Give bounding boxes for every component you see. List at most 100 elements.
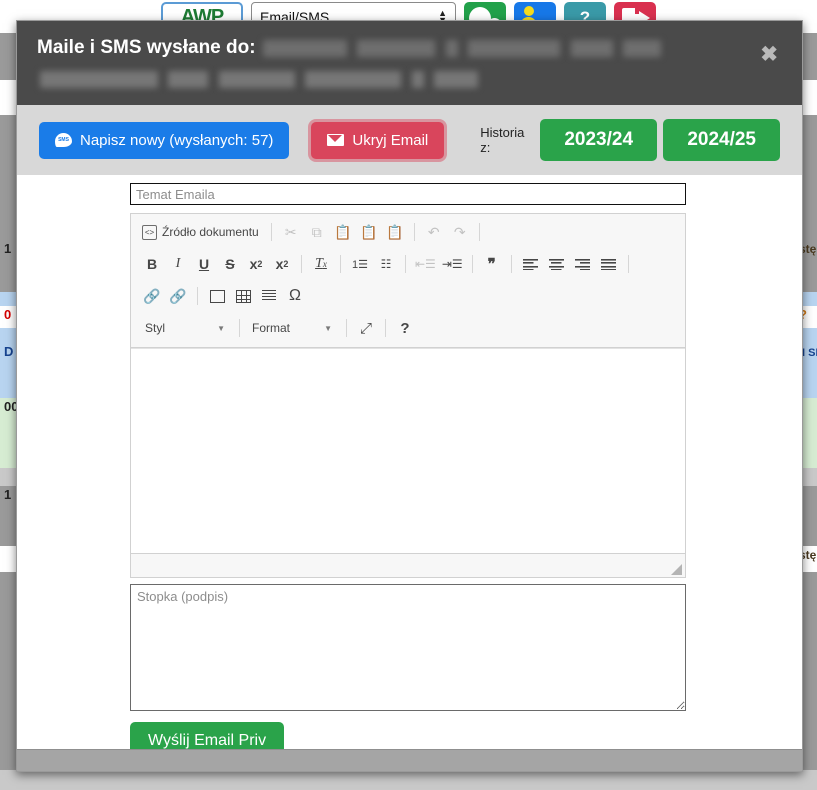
redacted-recipient [623,40,661,57]
align-center-icon[interactable] [544,252,570,276]
toolbar-separator [340,255,341,273]
redo-icon: ↷ [447,220,473,244]
editor-toolbar-row-4: Styl ▼ Format ▼ ⤢ ? [131,312,685,344]
toolbar-separator [197,287,198,305]
background-cell-text: 0 [0,305,15,324]
editor-toolbar-row-2: B I U S x2 x2 Tx 1☰ ☷ ⇤☰ [131,248,685,280]
toolbar-separator [414,223,415,241]
history-year-2024-25-button[interactable]: 2024/25 [663,119,780,161]
paste-icon[interactable]: 📋 [330,220,356,244]
source-view-button[interactable]: <> Źródło dokumentu [139,220,265,244]
redacted-recipient [571,40,613,57]
align-right-icon[interactable] [570,252,596,276]
background-cell-text: D [0,342,17,361]
redacted-recipient [468,40,560,57]
blockquote-icon[interactable]: ❞ [479,252,505,276]
editor-toolbar-row-3: 🔗 🔗 Ω [131,280,685,312]
toolbar-separator [405,255,406,273]
sms-bubble-icon [55,133,72,147]
signature-textarea[interactable] [130,584,686,711]
editor-toolbar: <> Źródło dokumentu ✂ ⧉ 📋 📋 📋 ↶ ↷ [131,214,685,348]
numbered-list-icon[interactable]: 1☰ [347,252,373,276]
special-character-icon[interactable]: Ω [282,284,308,308]
toolbar-separator [271,223,272,241]
paste-text-icon[interactable]: 📋 [356,220,382,244]
style-dropdown[interactable]: Styl ▼ [139,316,231,340]
editor-content-area[interactable] [131,348,685,553]
background-cell-text: 1 [0,239,15,258]
compose-new-button[interactable]: Napisz nowy (wysłanych: 57) [39,122,289,159]
toolbar-separator [239,319,240,337]
redacted-email [40,71,158,88]
history-label: Historia z: [480,125,524,155]
email-compose-form: <> Źródło dokumentu ✂ ⧉ 📋 📋 📋 ↶ ↷ [130,183,686,749]
paste-word-icon[interactable]: 📋 [382,220,408,244]
link-icon[interactable]: 🔗 [139,284,165,308]
compose-new-label: Napisz nowy (wysłanych: 57) [80,132,273,149]
email-sms-modal: Maile i SMS wysłane do: ✖ Napisz nowy (w… [16,20,803,772]
maximize-icon[interactable]: ⤢ [353,316,379,340]
format-dropdown-label: Format [252,321,290,335]
undo-icon: ↶ [421,220,447,244]
remove-format-icon[interactable]: Tx [308,252,334,276]
help-icon[interactable]: ? [392,316,418,340]
toolbar-separator [385,319,386,337]
toolbar-separator [301,255,302,273]
underline-icon[interactable]: U [191,252,217,276]
bold-icon[interactable]: B [139,252,165,276]
hide-email-button[interactable]: Ukryj Email [311,122,444,159]
modal-header: Maile i SMS wysłane do: ✖ [17,21,802,105]
toolbar-separator [472,255,473,273]
outdent-icon: ⇤☰ [412,252,439,276]
chevron-down-icon: ▼ [324,324,332,333]
background-scrollbar[interactable] [0,770,817,790]
redacted-email [305,71,401,88]
redacted-email [434,71,478,88]
align-justify-icon[interactable] [596,252,622,276]
page-root: AWP Email/SMS ▲▼ AA ? 1 0 [0,0,817,790]
horizontal-rule-icon[interactable] [256,284,282,308]
redacted-email [168,71,208,88]
italic-icon[interactable]: I [165,252,191,276]
history-year-2023-24-button[interactable]: 2023/24 [540,119,657,161]
superscript-icon[interactable]: x2 [269,252,295,276]
toolbar-separator [511,255,512,273]
envelope-icon [327,134,344,146]
send-email-button[interactable]: Wyślij Email Priv [130,722,284,749]
redacted-recipient [357,40,435,57]
image-icon[interactable] [204,284,230,308]
subject-input[interactable] [130,183,686,205]
source-view-label: Źródło dokumentu [162,225,259,239]
modal-action-toolbar: Napisz nowy (wysłanych: 57) Ukryj Email … [17,105,802,175]
editor-status-bar [131,553,685,577]
table-icon[interactable] [230,284,256,308]
person-head-shape [524,6,534,16]
background-cell-text: 1 [0,485,15,504]
source-code-icon: <> [142,225,157,240]
chevron-down-icon: ▼ [217,324,225,333]
editor-toolbar-row-1: <> Źródło dokumentu ✂ ⧉ 📋 📋 📋 ↶ ↷ [131,216,685,248]
modal-body: <> Źródło dokumentu ✂ ⧉ 📋 📋 📋 ↶ ↷ [17,175,802,749]
rich-text-editor: <> Źródło dokumentu ✂ ⧉ 📋 📋 📋 ↶ ↷ [130,213,686,578]
unlink-icon: 🔗 [165,284,191,308]
toolbar-separator [479,223,480,241]
signature-area [130,584,686,711]
cut-icon: ✂ [278,220,304,244]
toolbar-separator [346,319,347,337]
bulleted-list-icon[interactable]: ☷ [373,252,399,276]
send-row: Wyślij Email Priv [130,722,686,749]
redacted-email [219,71,295,88]
style-dropdown-label: Styl [145,321,165,335]
format-dropdown[interactable]: Format ▼ [246,316,338,340]
redacted-email [412,71,424,88]
indent-icon[interactable]: ⇥☰ [439,252,466,276]
modal-title: Maile i SMS wysłane do: [37,37,256,58]
redacted-recipient [263,40,347,57]
copy-icon: ⧉ [304,220,330,244]
editor-resize-handle[interactable] [671,564,682,575]
redacted-recipient [446,40,458,57]
close-icon[interactable]: ✖ [754,43,784,66]
align-left-icon[interactable] [518,252,544,276]
strikethrough-icon[interactable]: S [217,252,243,276]
subscript-icon[interactable]: x2 [243,252,269,276]
